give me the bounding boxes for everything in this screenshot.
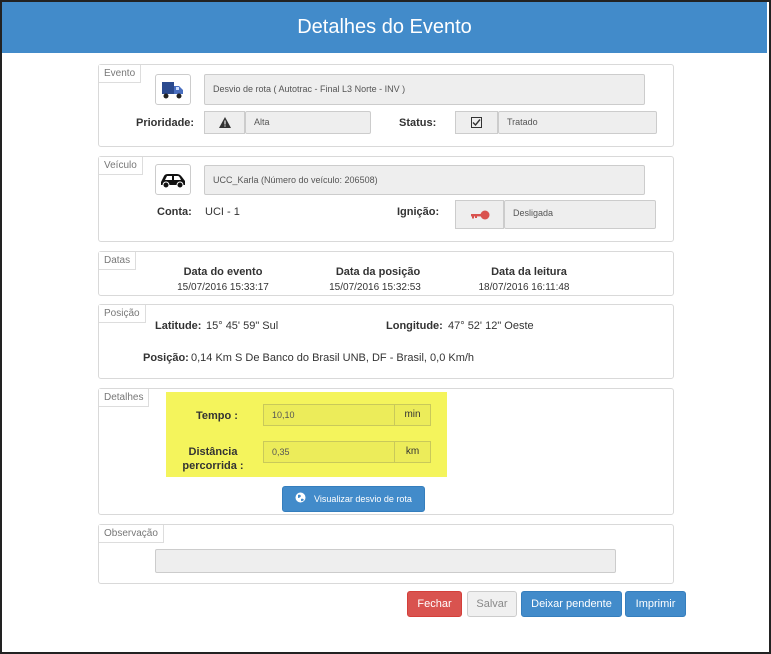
distancia-label-line2: percorrida : — [182, 460, 244, 472]
posicao-legend: Posição — [99, 305, 146, 323]
latitude-label: Latitude: — [155, 320, 202, 332]
status-field: Tratado — [498, 111, 657, 134]
imprimir-button[interactable]: Imprimir — [625, 591, 686, 617]
visualizar-desvio-label: Visualizar desvio de rota — [314, 494, 412, 504]
car-icon — [155, 164, 191, 195]
evento-description-field: Desvio de rota ( Autotrac - Final L3 Nor… — [204, 74, 645, 105]
distancia-field: 0,35 — [263, 441, 395, 463]
longitude-label: Longitude: — [386, 320, 443, 332]
longitude-value: 47° 52' 12" Oeste — [448, 320, 534, 332]
prioridade-field: Alta — [245, 111, 371, 134]
data-leitura-label: Data da leitura — [491, 266, 567, 278]
key-icon — [455, 200, 504, 229]
salvar-button[interactable]: Salvar — [467, 591, 517, 617]
posicao-fieldset: Posição — [98, 304, 674, 379]
tempo-label: Tempo : — [196, 410, 238, 422]
ignicao-field: Desligada — [504, 200, 656, 229]
data-evento-label: Data do evento — [183, 266, 263, 278]
observacao-textarea[interactable] — [155, 549, 616, 573]
conta-label: Conta: — [157, 206, 192, 218]
data-posicao-value: 15/07/2016 15:32:53 — [329, 282, 421, 293]
globe-icon — [295, 488, 306, 512]
posicao-value: 0,14 Km S De Banco do Brasil UNB, DF - B… — [191, 352, 475, 364]
conta-value: UCI - 1 — [205, 206, 240, 218]
datas-legend: Datas — [99, 252, 137, 270]
tempo-unit: min — [394, 404, 431, 426]
distancia-unit: km — [394, 441, 431, 463]
data-posicao-label: Data da posição — [335, 266, 421, 278]
detalhes-legend: Detalhes — [99, 389, 150, 407]
warning-icon — [204, 111, 245, 134]
visualizar-desvio-button[interactable]: Visualizar desvio de rota — [282, 486, 425, 512]
truck-icon — [155, 74, 191, 105]
veiculo-legend: Veículo — [99, 157, 143, 175]
fechar-button[interactable]: Fechar — [407, 591, 462, 617]
distancia-label-line1: Distância — [188, 446, 238, 458]
tempo-field: 10,10 — [263, 404, 395, 426]
latitude-value: 15° 45' 59" Sul — [206, 320, 279, 332]
data-evento-value: 15/07/2016 15:33:17 — [177, 282, 269, 293]
veiculo-name-field: UCC_Karla (Número do veículo: 206508) — [204, 165, 645, 195]
evento-legend: Evento — [99, 65, 142, 83]
observacao-legend: Observação — [99, 525, 164, 543]
data-leitura-value: 18/07/2016 16:11:48 — [478, 282, 570, 293]
checkbox-icon — [455, 111, 498, 134]
status-label: Status: — [399, 117, 437, 129]
deixar-pendente-button[interactable]: Deixar pendente — [521, 591, 622, 617]
prioridade-label: Prioridade: — [136, 117, 195, 129]
page-title: Detalhes do Evento — [2, 2, 767, 53]
posicao-label: Posição: — [143, 352, 189, 364]
ignicao-label: Ignição: — [397, 206, 440, 218]
